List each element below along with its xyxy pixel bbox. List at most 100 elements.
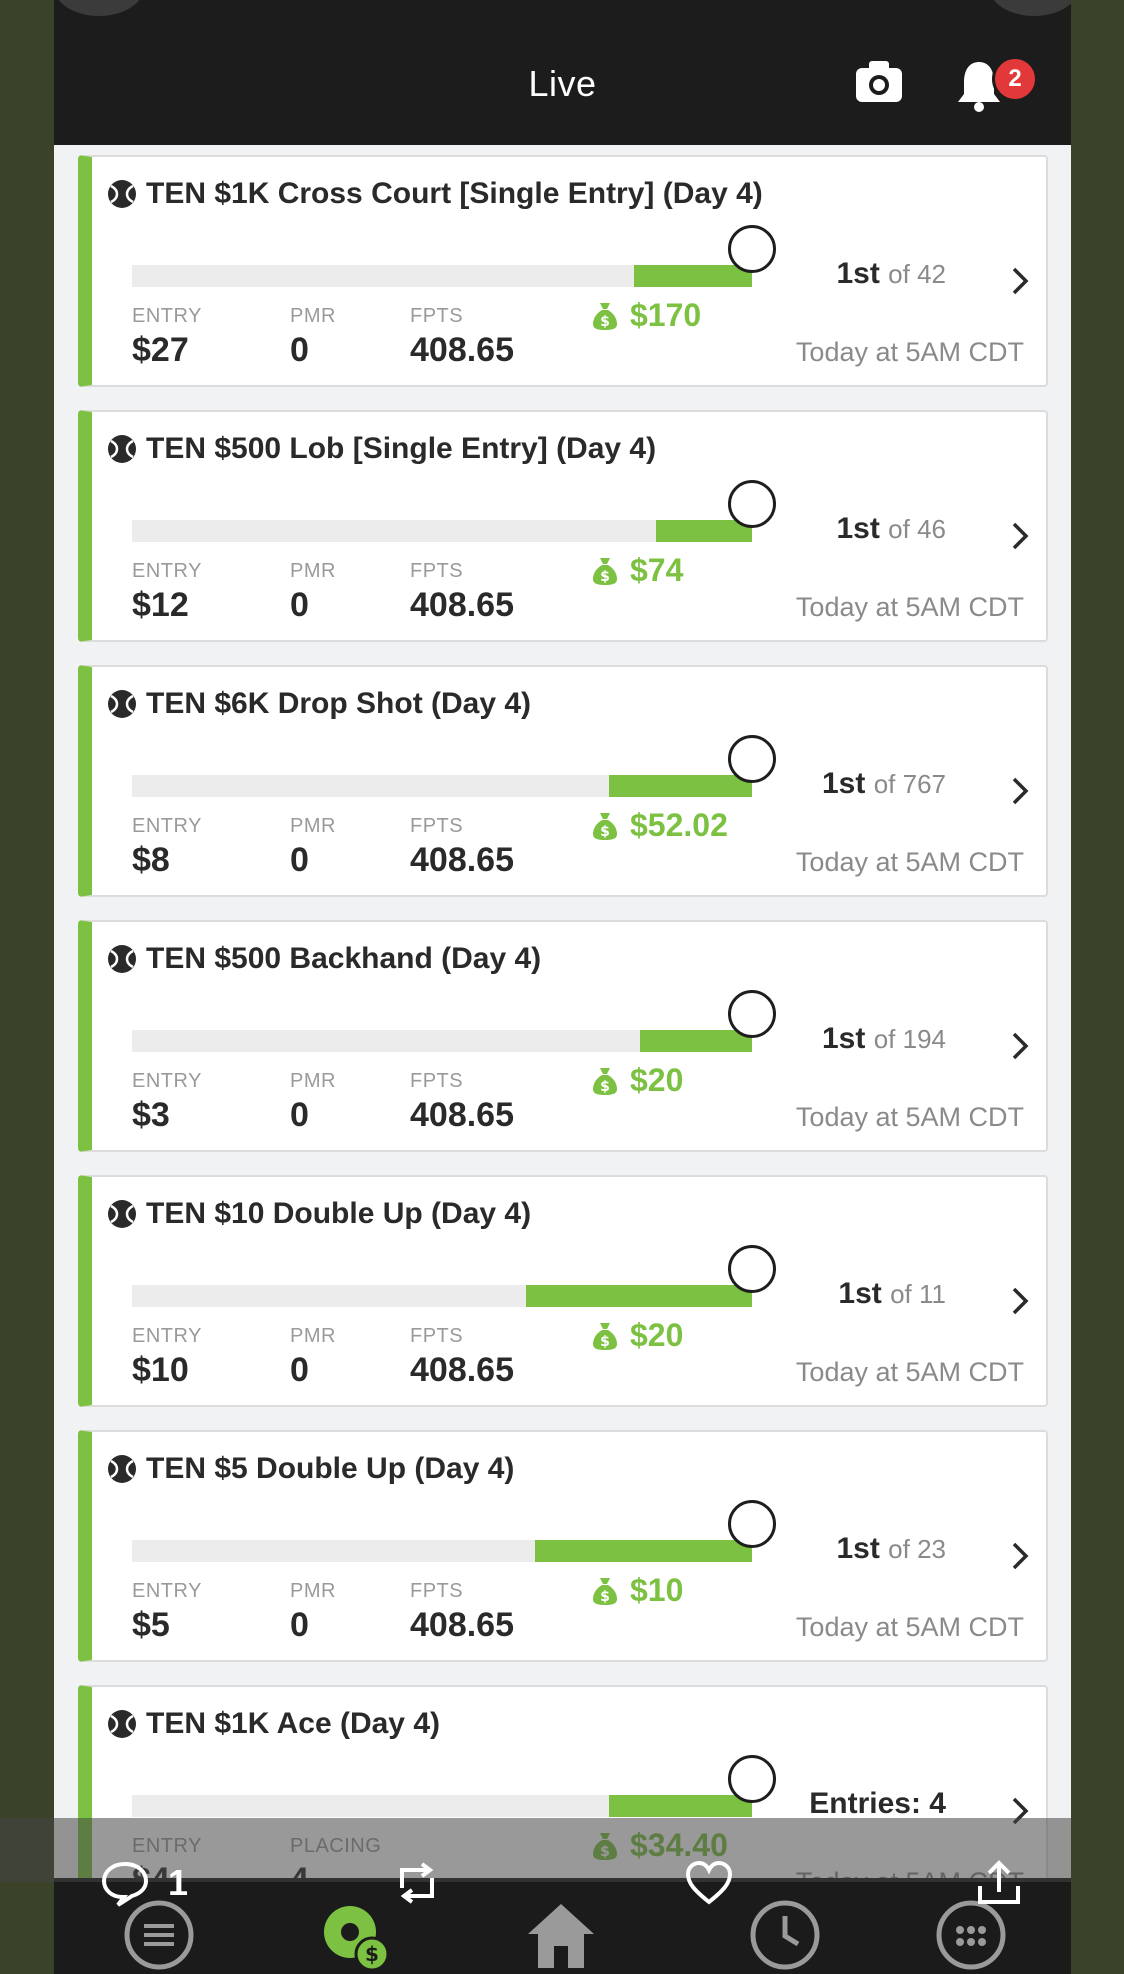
progress-fill xyxy=(640,1030,752,1052)
contest-card[interactable]: TEN $6K Drop Shot (Day 4) ENTRY $8 PMR 0… xyxy=(78,665,1048,897)
menu-icon[interactable] xyxy=(122,1898,196,1972)
share-icon[interactable] xyxy=(974,1858,1024,1908)
chevron-right-icon[interactable] xyxy=(1008,1285,1032,1317)
progress-marker xyxy=(728,735,776,783)
money-bag-icon: $ xyxy=(593,1577,617,1605)
rank-total: of 46 xyxy=(888,514,946,544)
prize: $ $20 xyxy=(592,1317,683,1354)
entry-value: $3 xyxy=(132,1096,170,1134)
fpts-label: FPTS xyxy=(410,305,464,327)
start-time: Today at 5AM CDT xyxy=(795,592,1024,622)
fpts-value: 408.65 xyxy=(410,841,514,879)
rank-position: 1st xyxy=(836,512,880,545)
contest-card[interactable]: TEN $500 Backhand (Day 4) ENTRY $3 PMR 0… xyxy=(78,920,1048,1152)
tennis-ball-icon xyxy=(108,690,136,718)
progress-marker xyxy=(728,1500,776,1548)
top-bar: Live 2 xyxy=(54,0,1071,145)
fpts-label: FPTS xyxy=(410,815,464,837)
start-time: Today at 5AM CDT xyxy=(795,1357,1024,1387)
contest-title-text: TEN $500 Lob [Single Entry] (Day 4) xyxy=(146,432,657,465)
retweet-icon[interactable] xyxy=(392,1858,442,1908)
prize: $ $74 xyxy=(592,552,683,589)
notification-badge: 2 xyxy=(992,56,1038,102)
entry-value: $10 xyxy=(132,1351,189,1389)
rank: 1st of 194 xyxy=(822,1022,946,1056)
rank: 1st of 42 xyxy=(836,257,946,291)
chevron-right-icon[interactable] xyxy=(1008,265,1032,297)
prize-amount: $170 xyxy=(630,297,702,333)
contest-card[interactable]: TEN $10 Double Up (Day 4) ENTRY $10 PMR … xyxy=(78,1175,1048,1407)
reply-icon[interactable] xyxy=(100,1858,150,1908)
fpts-label: FPTS xyxy=(410,1070,464,1092)
progress-track xyxy=(132,265,752,287)
secondary-label: PMR xyxy=(290,305,336,327)
tab-bar: $ xyxy=(54,1878,1071,1974)
contest-title-text: TEN $5 Double Up (Day 4) xyxy=(146,1452,515,1485)
svg-text:$: $ xyxy=(365,1942,379,1966)
tennis-ball-icon xyxy=(108,1200,136,1228)
secondary-label: PMR xyxy=(290,815,336,837)
prize-amount: $20 xyxy=(630,1317,684,1353)
chevron-right-icon[interactable] xyxy=(1008,1030,1032,1062)
home-icon[interactable] xyxy=(524,1898,598,1972)
corner-decoration xyxy=(54,0,144,16)
contest-title: TEN $10 Double Up (Day 4) xyxy=(106,1197,531,1231)
contest-title-text: TEN $6K Drop Shot (Day 4) xyxy=(146,687,532,720)
camera-icon[interactable] xyxy=(854,58,904,104)
app-screen: Live 2 TEN $1K Cross Court [Single Entry… xyxy=(54,0,1071,1974)
contest-card[interactable]: TEN $5 Double Up (Day 4) ENTRY $5 PMR 0 … xyxy=(78,1430,1048,1662)
money-bag-icon: $ xyxy=(593,812,617,840)
contest-card[interactable]: TEN $1K Cross Court [Single Entry] (Day … xyxy=(78,155,1048,387)
chevron-right-icon[interactable] xyxy=(1008,520,1032,552)
prize: $ $52.02 xyxy=(592,807,728,844)
rank: 1st of 23 xyxy=(836,1532,946,1566)
contest-title: TEN $500 Lob [Single Entry] (Day 4) xyxy=(106,432,656,466)
entry-label: ENTRY xyxy=(132,1325,202,1347)
money-bag-icon: $ xyxy=(593,302,617,330)
svg-text:$: $ xyxy=(600,1079,610,1095)
svg-text:$: $ xyxy=(600,1589,610,1605)
rank-position: 1st xyxy=(822,1022,866,1055)
entry-label: ENTRY xyxy=(132,560,202,582)
contest-title: TEN $500 Backhand (Day 4) xyxy=(106,942,541,976)
chevron-right-icon[interactable] xyxy=(1008,775,1032,807)
progress-track xyxy=(132,1285,752,1307)
fpts-value: 408.65 xyxy=(410,1096,514,1134)
fpts-value: 408.65 xyxy=(410,586,514,624)
rank-total: of 194 xyxy=(873,1024,946,1054)
entry-value: $5 xyxy=(132,1606,170,1644)
progress-marker xyxy=(728,990,776,1038)
money-bag-icon: $ xyxy=(593,557,617,585)
progress-marker xyxy=(728,225,776,273)
progress-marker xyxy=(728,480,776,528)
clock-icon[interactable] xyxy=(748,1898,822,1972)
prize-amount: $10 xyxy=(630,1572,684,1608)
tennis-ball-icon xyxy=(108,1710,136,1738)
more-icon[interactable] xyxy=(934,1898,1008,1972)
like-icon[interactable] xyxy=(684,1858,734,1908)
rank: 1st of 46 xyxy=(836,512,946,546)
contest-title: TEN $1K Ace (Day 4) xyxy=(106,1707,440,1741)
progress-track xyxy=(132,775,752,797)
secondary-label: PMR xyxy=(290,1325,336,1347)
fpts-label: FPTS xyxy=(410,1580,464,1602)
prize: $ $170 xyxy=(592,297,701,334)
start-time: Today at 5AM CDT xyxy=(795,1612,1024,1642)
tennis-ball-icon xyxy=(108,945,136,973)
contest-card[interactable]: TEN $500 Lob [Single Entry] (Day 4) ENTR… xyxy=(78,410,1048,642)
progress-marker xyxy=(728,1245,776,1293)
secondary-value: 0 xyxy=(290,1351,309,1389)
rank-total: of 767 xyxy=(873,769,946,799)
chevron-right-icon[interactable] xyxy=(1008,1540,1032,1572)
start-time: Today at 5AM CDT xyxy=(795,337,1024,367)
tennis-ball-icon xyxy=(108,1455,136,1483)
entry-value: $27 xyxy=(132,331,189,369)
fpts-label: FPTS xyxy=(410,560,464,582)
contest-title: TEN $1K Cross Court [Single Entry] (Day … xyxy=(106,177,763,211)
svg-text:$: $ xyxy=(600,314,610,330)
lobby-icon[interactable]: $ xyxy=(320,1898,394,1972)
entry-label: ENTRY xyxy=(132,305,202,327)
start-time: Today at 5AM CDT xyxy=(795,847,1024,877)
entry-value: $8 xyxy=(132,841,170,879)
secondary-value: 0 xyxy=(290,1606,309,1644)
